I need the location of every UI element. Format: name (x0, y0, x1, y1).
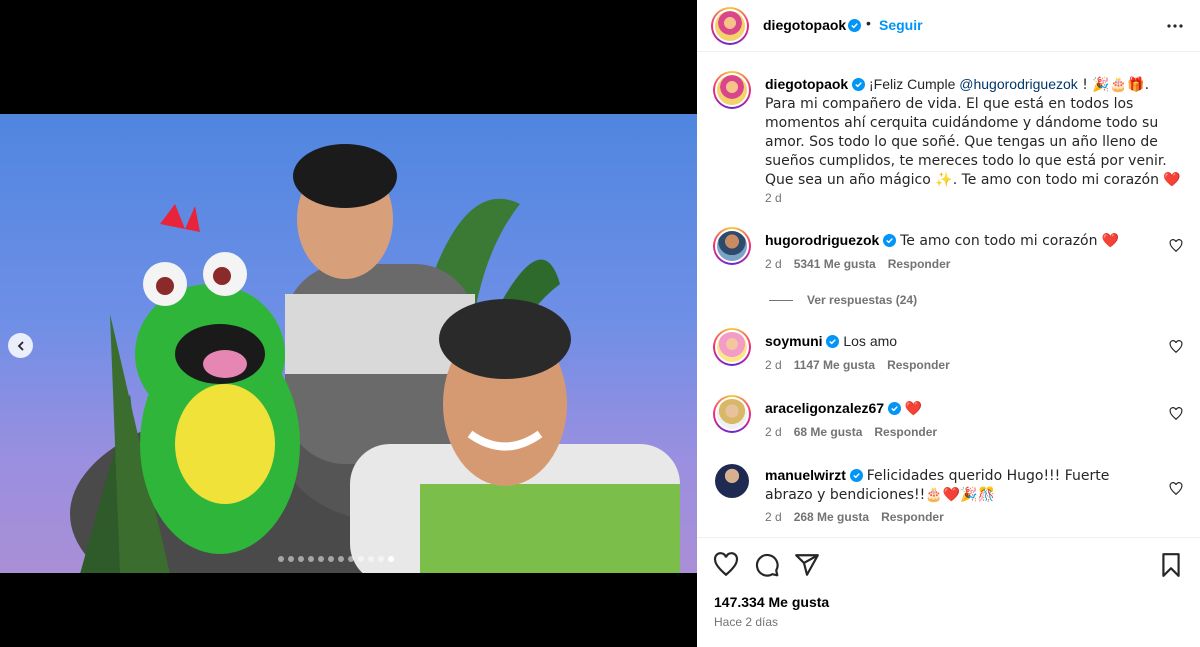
carousel-dot[interactable] (318, 556, 324, 562)
comment-username[interactable]: manuelwirzt (765, 467, 846, 483)
comment-body: ❤️ (904, 401, 923, 417)
comment-meta: 2 d 5341 Me gusta Responder (765, 257, 950, 271)
comment-avatar[interactable] (713, 227, 751, 265)
author-avatar[interactable] (711, 7, 749, 45)
author-username[interactable]: diegotopaok (763, 17, 846, 33)
view-replies-label[interactable]: Ver respuestas (24) (807, 293, 917, 307)
comment-meta: 2 d 68 Me gusta Responder (765, 425, 937, 439)
caption-pre: ¡Feliz Cumple (869, 76, 960, 92)
post-header: diegotopaok • Seguir (697, 0, 1200, 52)
post-time[interactable]: Hace 2 días (714, 615, 778, 629)
caption-username[interactable]: diegotopaok (765, 76, 848, 92)
post-likes-count[interactable]: 147.334 Me gusta (714, 594, 829, 610)
comment-likes[interactable]: 5341 Me gusta (794, 257, 876, 271)
comment-meta: 2 d 1147 Me gusta Responder (765, 358, 950, 372)
verified-badge-icon (883, 234, 897, 247)
like-heart-icon[interactable] (713, 552, 739, 578)
comment-avatar[interactable] (713, 395, 751, 433)
reply-button[interactable]: Responder (887, 358, 950, 372)
comment-item: araceligonzalez67 ❤️ 2 d 68 Me gusta Res… (713, 395, 1183, 455)
carousel-dot[interactable] (278, 556, 284, 562)
comment-likes[interactable]: 1147 Me gusta (794, 358, 875, 372)
save-bookmark-icon[interactable] (1158, 552, 1184, 578)
carousel-dot[interactable] (308, 556, 314, 562)
like-comment-heart-icon[interactable] (1169, 239, 1183, 253)
comment-username[interactable]: hugorodriguezok (765, 232, 879, 248)
carousel-dot[interactable] (388, 556, 394, 562)
verified-badge-icon (848, 19, 861, 32)
post-caption: diegotopaok ¡Feliz Cumple @hugorodriguez… (713, 71, 1183, 211)
comment-text: manuelwirzt Felicidades querido Hugo!!! … (765, 466, 1143, 504)
carousel-dots (278, 556, 394, 562)
carousel-prev-button[interactable] (8, 333, 33, 358)
carousel-dot[interactable] (368, 556, 374, 562)
post-panel: diegotopaok • Seguir diegotopaok ¡Feliz … (697, 0, 1200, 647)
caption-avatar[interactable] (713, 71, 751, 109)
reply-button[interactable]: Responder (881, 510, 944, 524)
photo-illustration (70, 144, 680, 573)
comment-item: hugorodriguezok Te amo con todo mi coraz… (713, 227, 1183, 287)
caption-meta: 2 d (765, 191, 782, 205)
comment-avatar[interactable] (715, 464, 749, 498)
comment-item: manuelwirzt Felicidades querido Hugo!!! … (713, 462, 1183, 532)
verified-badge-icon (887, 402, 901, 415)
carousel-dot[interactable] (338, 556, 344, 562)
comments-list: diegotopaok ¡Feliz Cumple @hugorodriguez… (697, 53, 1200, 537)
carousel-dot[interactable] (358, 556, 364, 562)
comment-likes[interactable]: 68 Me gusta (794, 425, 863, 439)
reply-button[interactable]: Responder (874, 425, 937, 439)
chevron-left-icon (17, 340, 24, 351)
comment-text: soymuni Los amo (765, 332, 1143, 350)
follow-button[interactable]: Seguir (879, 17, 923, 33)
carousel-dot[interactable] (288, 556, 294, 562)
reply-button[interactable]: Responder (888, 257, 951, 271)
verified-badge-icon (826, 335, 840, 348)
like-comment-heart-icon[interactable] (1169, 340, 1183, 354)
like-comment-heart-icon[interactable] (1169, 482, 1183, 496)
comment-item: soymuni Los amo 2 d 1147 Me gusta Respon… (713, 328, 1183, 388)
replies-line (769, 299, 793, 301)
more-horizontal-icon[interactable] (1166, 17, 1184, 35)
carousel-dot[interactable] (328, 556, 334, 562)
caption-time[interactable]: 2 d (765, 191, 782, 205)
comment-username[interactable]: soymuni (765, 333, 823, 349)
like-comment-heart-icon[interactable] (1169, 407, 1183, 421)
caption-mention[interactable]: @hugorodriguezok (959, 76, 1078, 92)
carousel-dot[interactable] (378, 556, 384, 562)
post-media (0, 0, 697, 647)
verified-badge-icon (852, 78, 866, 91)
comment-time[interactable]: 2 d (765, 358, 782, 372)
share-send-icon[interactable] (794, 552, 820, 578)
comment-time[interactable]: 2 d (765, 510, 782, 524)
action-bar: 147.334 Me gusta Hace 2 días (697, 537, 1200, 647)
view-replies-link[interactable]: Ver respuestas (24) (769, 293, 917, 307)
comment-time[interactable]: 2 d (765, 257, 782, 271)
caption-body: ! 🎉🎂🎁. Para mi compañero de vida. El que… (765, 77, 1181, 188)
verified-badge-icon (849, 469, 863, 482)
comment-text: hugorodriguezok Te amo con todo mi coraz… (765, 231, 1143, 250)
carousel-dot[interactable] (298, 556, 304, 562)
comment-time[interactable]: 2 d (765, 425, 782, 439)
comment-body: Los amo (843, 333, 898, 349)
separator-dot: • (866, 15, 871, 31)
comment-bubble-icon[interactable] (754, 552, 780, 578)
comment-username[interactable]: araceligonzalez67 (765, 400, 884, 416)
comment-text: araceligonzalez67 ❤️ (765, 399, 1143, 418)
comment-likes[interactable]: 268 Me gusta (794, 510, 869, 524)
caption-text: diegotopaok ¡Feliz Cumple @hugorodriguez… (765, 75, 1183, 189)
carousel-dot[interactable] (348, 556, 354, 562)
comment-meta: 2 d 268 Me gusta Responder (765, 510, 944, 524)
comment-body: Te amo con todo mi corazón ❤️ (900, 233, 1120, 249)
post-photo[interactable] (0, 114, 697, 573)
comment-avatar[interactable] (713, 328, 751, 366)
